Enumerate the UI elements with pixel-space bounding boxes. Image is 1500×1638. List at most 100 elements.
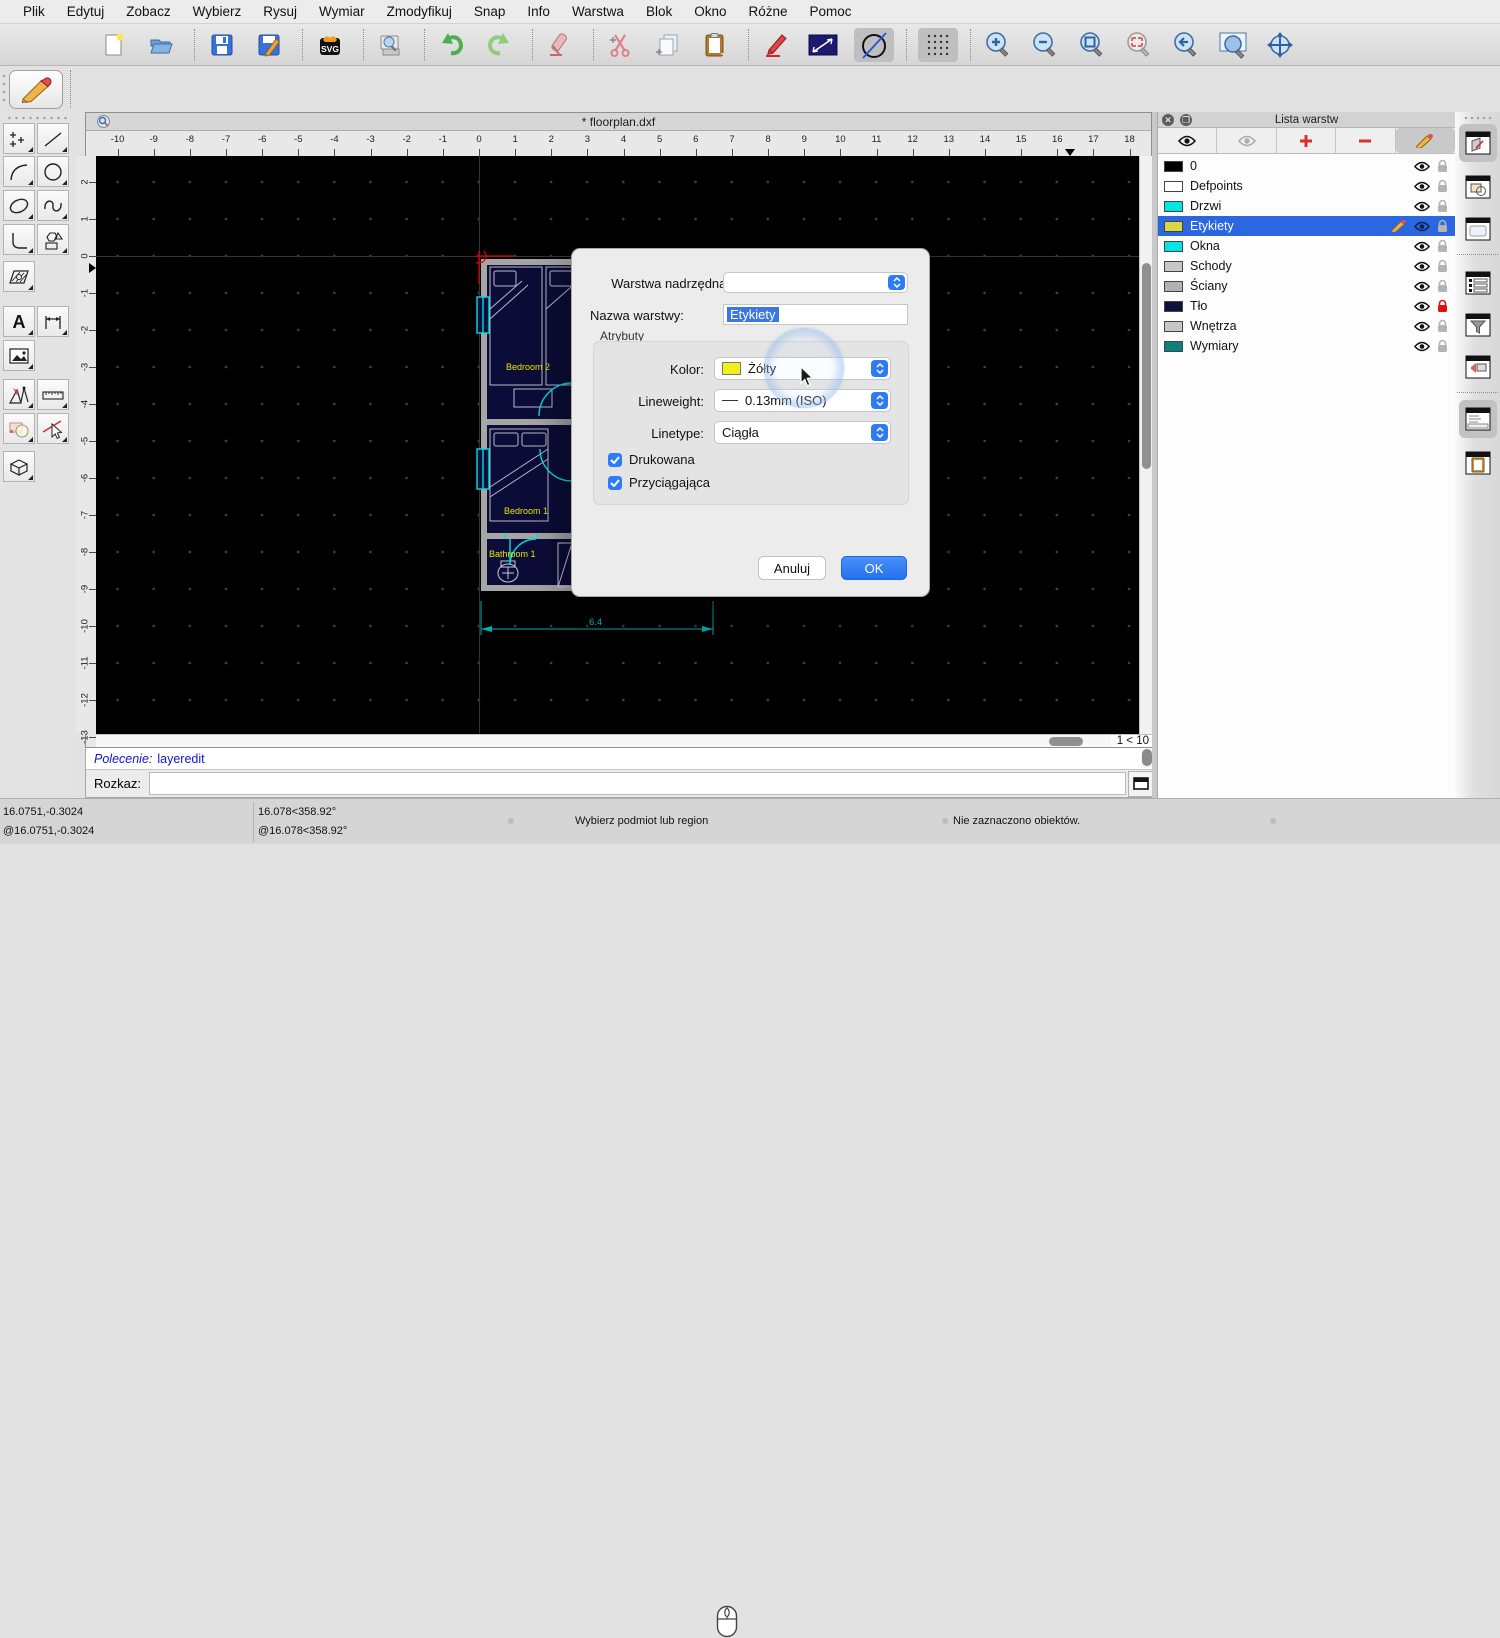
paste-button[interactable] bbox=[699, 28, 731, 62]
layer-unlocked-icon[interactable] bbox=[1437, 259, 1448, 273]
layer-lock-toggle[interactable] bbox=[1437, 259, 1448, 273]
color-dropdown[interactable]: Żółty bbox=[714, 357, 891, 380]
layer-visibility-toggle[interactable] bbox=[1414, 261, 1430, 272]
layer-visible-icon[interactable] bbox=[1414, 341, 1430, 352]
layer-lock-toggle[interactable] bbox=[1437, 159, 1448, 173]
layer-lock-toggle[interactable] bbox=[1437, 319, 1448, 333]
menu-item-pomoc[interactable]: Pomoc bbox=[799, 4, 863, 19]
polyline-tool-button[interactable] bbox=[3, 224, 35, 255]
draw-tools-button[interactable] bbox=[3, 379, 35, 410]
layer-visibility-toggle[interactable] bbox=[1414, 321, 1430, 332]
grid-toggle-button[interactable] bbox=[918, 28, 958, 62]
layer-visible-icon[interactable] bbox=[1414, 241, 1430, 252]
dock-media-button[interactable] bbox=[1459, 348, 1497, 386]
canvas-horizontal-scrollbar[interactable] bbox=[96, 734, 1111, 747]
new-document-button[interactable] bbox=[98, 28, 130, 62]
menu-item-okno[interactable]: Okno bbox=[683, 4, 737, 19]
save-button[interactable] bbox=[206, 28, 238, 62]
layer-row-Defpoints[interactable]: Defpoints bbox=[1158, 176, 1455, 196]
v-scroll-thumb[interactable] bbox=[1142, 263, 1151, 469]
dock-layer-list-button[interactable] bbox=[1459, 124, 1497, 162]
layer-row-Schody[interactable]: Schody bbox=[1158, 256, 1455, 276]
parent-layer-dropdown[interactable] bbox=[723, 272, 908, 293]
float-panel-icon[interactable]: ❐ bbox=[1180, 114, 1192, 126]
zoom-back-button[interactable] bbox=[1170, 28, 1202, 62]
circle-tool-button[interactable] bbox=[854, 28, 894, 62]
layer-visible-icon[interactable] bbox=[1414, 181, 1430, 192]
layer-lock-toggle[interactable] bbox=[1437, 219, 1448, 233]
dock-block-list-button[interactable] bbox=[1459, 168, 1497, 206]
printed-checkbox-row[interactable]: Drukowana bbox=[608, 452, 695, 467]
ok-button[interactable]: OK bbox=[841, 556, 907, 580]
checkbox-checked-icon[interactable] bbox=[608, 453, 622, 467]
zoom-previous-button[interactable] bbox=[1123, 28, 1155, 62]
menu-item-wybierz[interactable]: Wybierz bbox=[182, 4, 253, 19]
toolbar-drag-handle[interactable] bbox=[2, 72, 6, 106]
measure-tool-button[interactable] bbox=[37, 379, 69, 410]
points-tool-button[interactable] bbox=[3, 123, 35, 154]
cut-button[interactable] bbox=[605, 28, 637, 62]
close-panel-icon[interactable]: ✕ bbox=[1162, 114, 1174, 126]
copy-button[interactable] bbox=[652, 28, 684, 62]
modify-tool-button[interactable] bbox=[3, 413, 35, 444]
circle-draw-button[interactable] bbox=[37, 156, 69, 187]
layer-lock-toggle[interactable] bbox=[1437, 339, 1448, 353]
print-preview-button[interactable] bbox=[375, 28, 407, 62]
layer-visibility-toggle[interactable] bbox=[1414, 201, 1430, 212]
layer-lock-toggle[interactable] bbox=[1437, 179, 1448, 193]
menu-item-zmodyfikuj[interactable]: Zmodyfikuj bbox=[376, 4, 463, 19]
stepper-icon[interactable] bbox=[871, 424, 888, 441]
layer-visible-icon[interactable] bbox=[1414, 321, 1430, 332]
layer-visibility-toggle[interactable] bbox=[1414, 241, 1430, 252]
cancel-button[interactable]: Anuluj bbox=[758, 556, 826, 580]
layer-visible-icon[interactable] bbox=[1414, 281, 1430, 292]
menu-item-zobacz[interactable]: Zobacz bbox=[115, 4, 181, 19]
edit-layer-button[interactable] bbox=[1396, 128, 1455, 153]
zoom-auto-button[interactable] bbox=[1076, 28, 1108, 62]
menu-item-snap[interactable]: Snap bbox=[463, 4, 517, 19]
document-title-bar[interactable]: * floorplan.dxf bbox=[86, 113, 1151, 131]
palette-drag-handle[interactable] bbox=[6, 116, 68, 120]
image-tool-button[interactable] bbox=[3, 340, 35, 371]
command-options-button[interactable] bbox=[1128, 771, 1154, 797]
layer-visibility-toggle[interactable] bbox=[1414, 181, 1430, 192]
menu-item-wymiar[interactable]: Wymiar bbox=[308, 4, 376, 19]
ellipse-tool-button[interactable] bbox=[3, 190, 35, 221]
layer-visible-icon[interactable] bbox=[1414, 301, 1430, 312]
layer-unlocked-icon[interactable] bbox=[1437, 319, 1448, 333]
show-all-layers-button[interactable] bbox=[1158, 128, 1217, 153]
dock-clipboard-button[interactable] bbox=[1459, 444, 1497, 482]
save-as-button[interactable] bbox=[253, 28, 285, 62]
layer-unlocked-icon[interactable] bbox=[1437, 179, 1448, 193]
layer-visibility-toggle[interactable] bbox=[1414, 301, 1430, 312]
layer-lock-toggle[interactable] bbox=[1437, 279, 1448, 293]
dimension-tool-button[interactable] bbox=[37, 306, 69, 337]
dock-filter-button[interactable] bbox=[1459, 306, 1497, 344]
h-scroll-thumb[interactable] bbox=[1049, 737, 1083, 746]
lineweight-dropdown[interactable]: 0.13mm (ISO) bbox=[714, 389, 891, 412]
menu-item-plik[interactable]: Plik bbox=[12, 4, 56, 19]
zoom-window-button[interactable] bbox=[1217, 28, 1249, 62]
arc-tool-button[interactable] bbox=[3, 156, 35, 187]
solid-tool-button[interactable] bbox=[3, 451, 35, 482]
checkbox-checked-icon[interactable] bbox=[608, 476, 622, 490]
dock-drag-handle[interactable] bbox=[1463, 116, 1493, 120]
layer-unlocked-icon[interactable] bbox=[1437, 339, 1448, 353]
stepper-icon[interactable] bbox=[871, 392, 888, 409]
layer-row-Wymiary[interactable]: Wymiary bbox=[1158, 336, 1455, 356]
remove-layer-button[interactable] bbox=[1336, 128, 1395, 153]
layer-visible-icon[interactable] bbox=[1414, 161, 1430, 172]
layer-unlocked-icon[interactable] bbox=[1437, 219, 1448, 233]
layer-locked-icon[interactable] bbox=[1437, 299, 1448, 313]
layer-visibility-toggle[interactable] bbox=[1414, 281, 1430, 292]
history-scroll-thumb[interactable] bbox=[1142, 749, 1152, 766]
canvas-vertical-scrollbar[interactable] bbox=[1139, 156, 1152, 734]
layer-visible-icon[interactable] bbox=[1414, 221, 1430, 232]
zoom-pan-button[interactable] bbox=[1264, 28, 1296, 62]
undo-button[interactable] bbox=[436, 28, 468, 62]
delete-entity-button[interactable] bbox=[544, 28, 576, 62]
layer-name-input[interactable]: Etykiety bbox=[723, 304, 908, 325]
layer-unlocked-icon[interactable] bbox=[1437, 279, 1448, 293]
hatch-tool-button[interactable] bbox=[3, 261, 35, 292]
menu-item-rysuj[interactable]: Rysuj bbox=[252, 4, 308, 19]
